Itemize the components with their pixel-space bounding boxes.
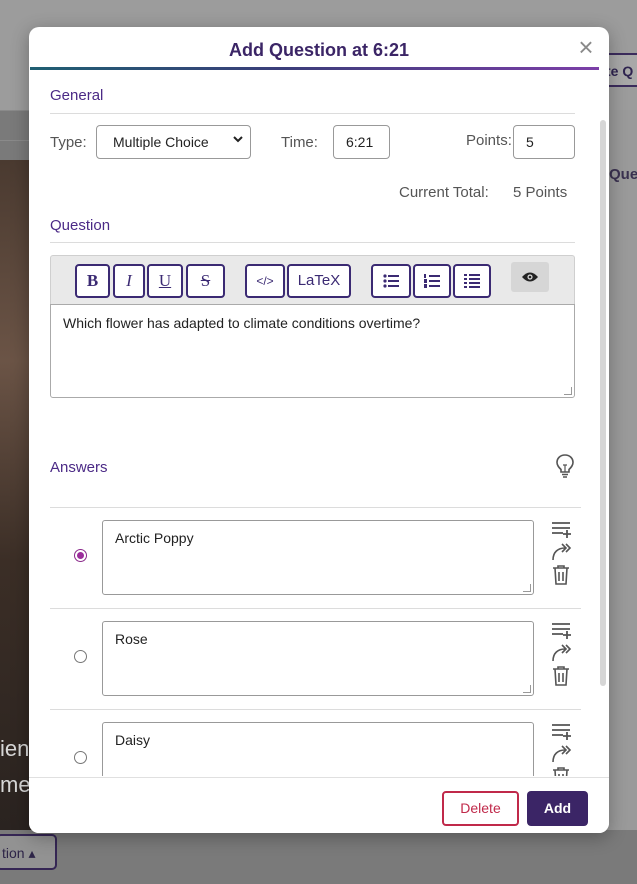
chevron-down-icon — [232, 133, 244, 148]
modal-title: Add Question at 6:21 — [228, 40, 410, 60]
add-feedback-icon[interactable] — [550, 621, 572, 641]
time-input[interactable]: 6:21 — [333, 125, 390, 159]
bullet-list-icon — [383, 274, 399, 288]
answer-text: Rose — [115, 631, 148, 647]
forward-arrow-icon[interactable] — [550, 744, 572, 764]
answer-actions — [550, 722, 574, 776]
resize-handle[interactable] — [564, 387, 572, 395]
type-select-value: Multiple Choice — [113, 134, 209, 150]
current-total-value: 5 Points — [513, 184, 568, 201]
answer-row: Arctic Poppy — [50, 507, 581, 608]
correct-answer-radio[interactable] — [74, 751, 87, 764]
background-text: ien — [0, 736, 30, 761]
answer-input[interactable]: Arctic Poppy — [102, 520, 534, 595]
editor-toolbar: B I U S </> LaTeX — [50, 255, 575, 305]
answer-actions — [550, 520, 574, 595]
resize-handle[interactable] — [523, 584, 531, 592]
strikethrough-button[interactable]: S — [186, 264, 225, 298]
background-tab: Que — [609, 166, 637, 183]
close-icon[interactable]: × — [575, 34, 597, 60]
points-label: Points: — [466, 132, 512, 149]
lightbulb-icon[interactable] — [555, 453, 575, 479]
bullet-list-button[interactable] — [371, 264, 411, 298]
points-input[interactable]: 5 — [513, 125, 575, 159]
latex-button[interactable]: LaTeX — [287, 264, 351, 298]
eye-icon — [522, 272, 538, 282]
question-textarea[interactable]: Which flower has adapted to climate cond… — [50, 304, 575, 398]
bold-button[interactable]: B — [75, 264, 110, 298]
type-select[interactable]: Multiple Choice — [96, 125, 251, 159]
forward-arrow-icon[interactable] — [550, 542, 572, 562]
background-dropdown-button: tion ▴ — [0, 834, 57, 870]
delete-button[interactable]: Delete — [442, 791, 519, 826]
numbered-list-button[interactable] — [413, 264, 451, 298]
resize-handle[interactable] — [523, 685, 531, 693]
justify-button[interactable] — [453, 264, 491, 298]
modal-header: Add Question at 6:21 × — [29, 27, 609, 67]
code-button[interactable]: </> — [245, 264, 285, 298]
section-divider — [50, 113, 575, 114]
time-label: Time: — [281, 134, 318, 151]
list-icon — [464, 274, 480, 288]
answer-actions — [550, 621, 574, 696]
answer-row: Daisy — [50, 709, 581, 776]
section-divider — [50, 242, 575, 243]
scrollbar[interactable] — [600, 120, 606, 686]
trash-icon[interactable] — [550, 665, 572, 687]
trash-icon[interactable] — [550, 766, 572, 776]
answer-text: Daisy — [115, 732, 151, 748]
answers-section-title: Answers — [50, 459, 108, 476]
answer-text: Arctic Poppy — [115, 530, 194, 546]
type-label: Type: — [50, 134, 87, 151]
general-section-title: General — [50, 87, 104, 104]
correct-answer-radio[interactable] — [74, 549, 87, 562]
add-question-modal: Add Question at 6:21 × General Type: Mul… — [29, 27, 609, 833]
add-feedback-icon[interactable] — [550, 722, 572, 742]
trash-icon[interactable] — [550, 564, 572, 586]
question-text: Which flower has adapted to climate cond… — [63, 315, 421, 331]
correct-answer-radio[interactable] — [74, 650, 87, 663]
answer-input[interactable]: Rose — [102, 621, 534, 696]
answer-row: Rose — [50, 608, 581, 709]
preview-button[interactable] — [511, 262, 549, 292]
numbered-list-icon — [424, 274, 440, 288]
add-button[interactable]: Add — [527, 791, 588, 826]
forward-arrow-icon[interactable] — [550, 643, 572, 663]
answer-input[interactable]: Daisy — [102, 722, 534, 776]
background-text: me — [0, 772, 31, 797]
underline-button[interactable]: U — [147, 264, 183, 298]
modal-body[interactable]: General Type: Multiple Choice Time: 6:21… — [29, 70, 609, 776]
italic-button[interactable]: I — [113, 264, 145, 298]
question-section-title: Question — [50, 217, 111, 234]
modal-footer: Delete Add — [29, 777, 609, 833]
add-feedback-icon[interactable] — [550, 520, 572, 540]
current-total-label: Current Total: — [399, 184, 489, 201]
